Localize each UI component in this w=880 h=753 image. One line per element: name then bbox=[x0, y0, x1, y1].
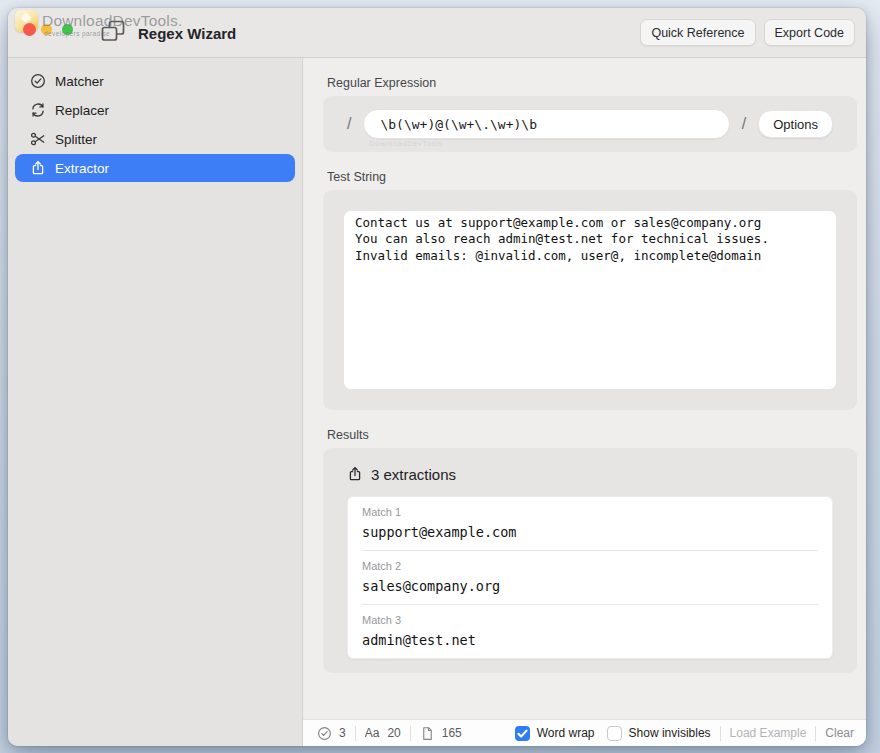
regex-pattern-input[interactable] bbox=[363, 109, 729, 139]
regex-panel: / / Options DownloadDevTools. bbox=[323, 96, 857, 152]
sidebar: Matcher Replacer Splitter Extractor bbox=[8, 58, 303, 746]
font-size-label: Aa bbox=[365, 726, 380, 740]
word-wrap-label[interactable]: Word wrap bbox=[537, 726, 595, 740]
close-traffic-light[interactable] bbox=[23, 23, 36, 36]
share-icon bbox=[347, 466, 363, 482]
clear-button[interactable]: Clear bbox=[825, 726, 854, 740]
statusbar-right: Word wrap Show invisibles Load Example C… bbox=[515, 726, 854, 741]
show-invisibles-label[interactable]: Show invisibles bbox=[629, 726, 711, 740]
status-bar: 3 Aa 20 165 Word wrap Show invisibles Lo… bbox=[303, 719, 866, 746]
check-circle-icon bbox=[30, 73, 46, 89]
test-string-textarea[interactable]: Contact us at support@example.com or sal… bbox=[343, 210, 837, 390]
load-example-button[interactable]: Load Example bbox=[730, 726, 807, 740]
main-panel: Regular Expression / / Options DownloadD… bbox=[303, 58, 866, 746]
titlebar-buttons: Quick Reference Export Code bbox=[640, 19, 855, 46]
divider bbox=[410, 726, 411, 741]
test-string-section-label: Test String bbox=[327, 170, 857, 184]
sidebar-toggle-icon[interactable] bbox=[101, 20, 125, 42]
share-icon bbox=[30, 160, 46, 176]
main-content: Regular Expression / / Options DownloadD… bbox=[303, 58, 866, 719]
match-row: Match 1 support@example.com bbox=[362, 497, 818, 551]
divider bbox=[815, 726, 816, 741]
sidebar-item-matcher[interactable]: Matcher bbox=[15, 67, 295, 95]
char-count: 165 bbox=[442, 726, 462, 740]
divider bbox=[355, 726, 356, 741]
regex-options-button[interactable]: Options bbox=[758, 110, 833, 138]
test-string-section: Test String Contact us at support@exampl… bbox=[323, 170, 857, 410]
sidebar-item-label: Splitter bbox=[55, 132, 97, 147]
app-window: DownloadDevTools. developers paradise Re… bbox=[8, 8, 866, 746]
match-value: admin@test.net bbox=[362, 632, 818, 648]
regex-section: Regular Expression / / Options DownloadD… bbox=[323, 76, 857, 152]
results-section-label: Results bbox=[327, 428, 857, 442]
word-wrap-checkbox[interactable] bbox=[515, 726, 530, 741]
match-row: Match 3 admin@test.net bbox=[362, 605, 818, 658]
sidebar-item-splitter[interactable]: Splitter bbox=[15, 125, 295, 153]
quick-reference-button[interactable]: Quick Reference bbox=[640, 19, 755, 46]
match-row: Match 2 sales@company.org bbox=[362, 551, 818, 605]
watermark-faint: DownloadDevTools. bbox=[369, 139, 445, 148]
window-title: Regex Wizard bbox=[138, 25, 236, 42]
sidebar-item-label: Replacer bbox=[55, 103, 109, 118]
sidebar-item-replacer[interactable]: Replacer bbox=[15, 96, 295, 124]
window-body: Matcher Replacer Splitter Extractor Regu… bbox=[8, 58, 866, 746]
titlebar: DownloadDevTools. developers paradise Re… bbox=[8, 8, 866, 58]
sidebar-item-label: Matcher bbox=[55, 74, 104, 89]
font-size-value: 20 bbox=[387, 726, 400, 740]
extractions-count: 3 extractions bbox=[371, 466, 456, 483]
results-section: Results 3 extractions Match 1 support@ex… bbox=[323, 428, 857, 673]
match-label: Match 2 bbox=[362, 560, 818, 572]
test-string-panel: Contact us at support@example.com or sal… bbox=[323, 190, 857, 410]
results-header: 3 extractions bbox=[347, 462, 833, 486]
sidebar-item-extractor[interactable]: Extractor bbox=[15, 154, 295, 182]
results-card: Match 1 support@example.com Match 2 sale… bbox=[347, 496, 833, 659]
match-value: support@example.com bbox=[362, 524, 818, 540]
match-value: sales@company.org bbox=[362, 578, 818, 594]
refresh-icon bbox=[30, 102, 46, 118]
show-invisibles-checkbox[interactable] bbox=[607, 726, 622, 741]
match-count: 3 bbox=[339, 726, 346, 740]
check-circle-icon bbox=[317, 726, 332, 741]
minimize-traffic-light[interactable] bbox=[41, 24, 52, 35]
regex-close-delimiter: / bbox=[742, 115, 746, 133]
scissors-icon bbox=[30, 131, 46, 147]
regex-open-delimiter: / bbox=[347, 115, 351, 133]
document-icon bbox=[420, 726, 435, 741]
divider bbox=[720, 726, 721, 741]
sidebar-item-label: Extractor bbox=[55, 161, 109, 176]
zoom-traffic-light[interactable] bbox=[62, 24, 73, 35]
regex-section-label: Regular Expression bbox=[327, 76, 857, 90]
results-panel: 3 extractions Match 1 support@example.co… bbox=[323, 448, 857, 673]
match-label: Match 1 bbox=[362, 506, 818, 518]
export-code-button[interactable]: Export Code bbox=[764, 19, 855, 46]
match-label: Match 3 bbox=[362, 614, 818, 626]
